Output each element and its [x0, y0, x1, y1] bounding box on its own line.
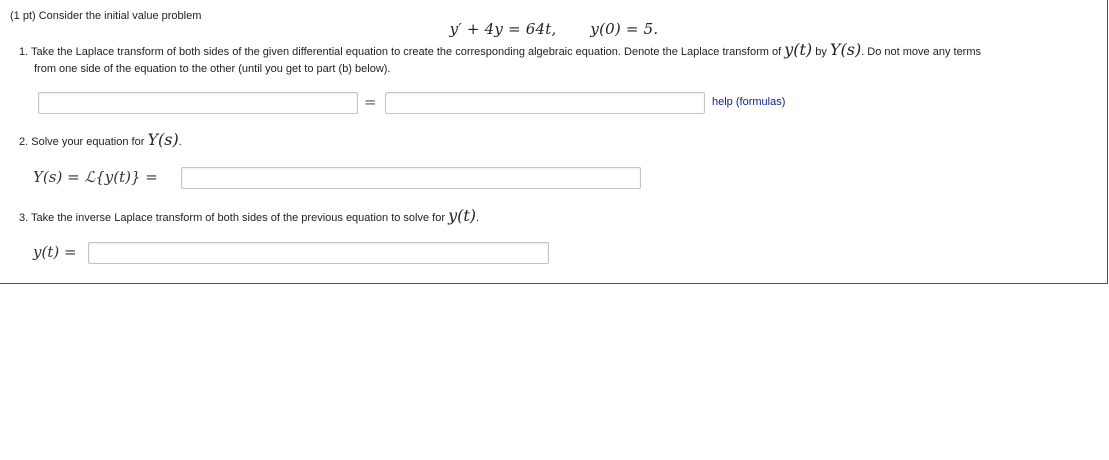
part-1-text-a: Take the Laplace transform of both sides… [31, 46, 782, 58]
y-of-t-answer-input[interactable] [88, 242, 549, 264]
part-2-number: 2. [19, 136, 29, 148]
Y-of-s-answer-input[interactable] [181, 167, 641, 189]
part-3-number: 3. [19, 212, 29, 224]
part-1-y-of-t: y(t) [784, 40, 813, 59]
differential-equation: y′ + 4y = 64t, [449, 20, 557, 38]
initial-condition: y(0) = 5. [590, 20, 659, 38]
part-3-y-of-t: y(t) [448, 206, 477, 225]
part-1-Y-of-s: Y(s) [829, 40, 862, 59]
part-1-number: 1. [19, 46, 29, 58]
rhs-answer-input[interactable] [385, 92, 705, 114]
part-1-text-c: from one side of the equation to the oth… [34, 63, 391, 75]
equals-sign: = [364, 93, 377, 111]
part-1-text-b: . Do not move any terms [861, 46, 982, 58]
lhs-answer-input[interactable] [38, 92, 358, 114]
part-2-text: Solve your equation for [31, 136, 145, 148]
help-formulas-link[interactable]: help (formulas) [712, 96, 785, 108]
display-equation: y′ + 4y = 64t, y(0) = 5. [0, 18, 1108, 41]
part-2-Y-of-s: Y(s) [147, 130, 179, 149]
Y-of-s-prompt: Y(s) = ℒ{y(t)} = [33, 168, 158, 186]
part-3-instructions: 3. Take the inverse Laplace transform of… [19, 207, 479, 227]
problem-container: (1 pt) Consider the initial value proble… [0, 0, 1108, 284]
y-of-t-prompt: y(t) = [33, 243, 77, 261]
part-1-by: by [815, 46, 827, 58]
part-3-period: . [476, 212, 480, 224]
part-2-period: . [178, 136, 182, 148]
part-2-instructions: 2. Solve your equation for Y(s). [19, 131, 182, 151]
part-3-text: Take the inverse Laplace transform of bo… [31, 212, 446, 224]
part-1-instructions: 1. Take the Laplace transform of both si… [19, 41, 1099, 78]
